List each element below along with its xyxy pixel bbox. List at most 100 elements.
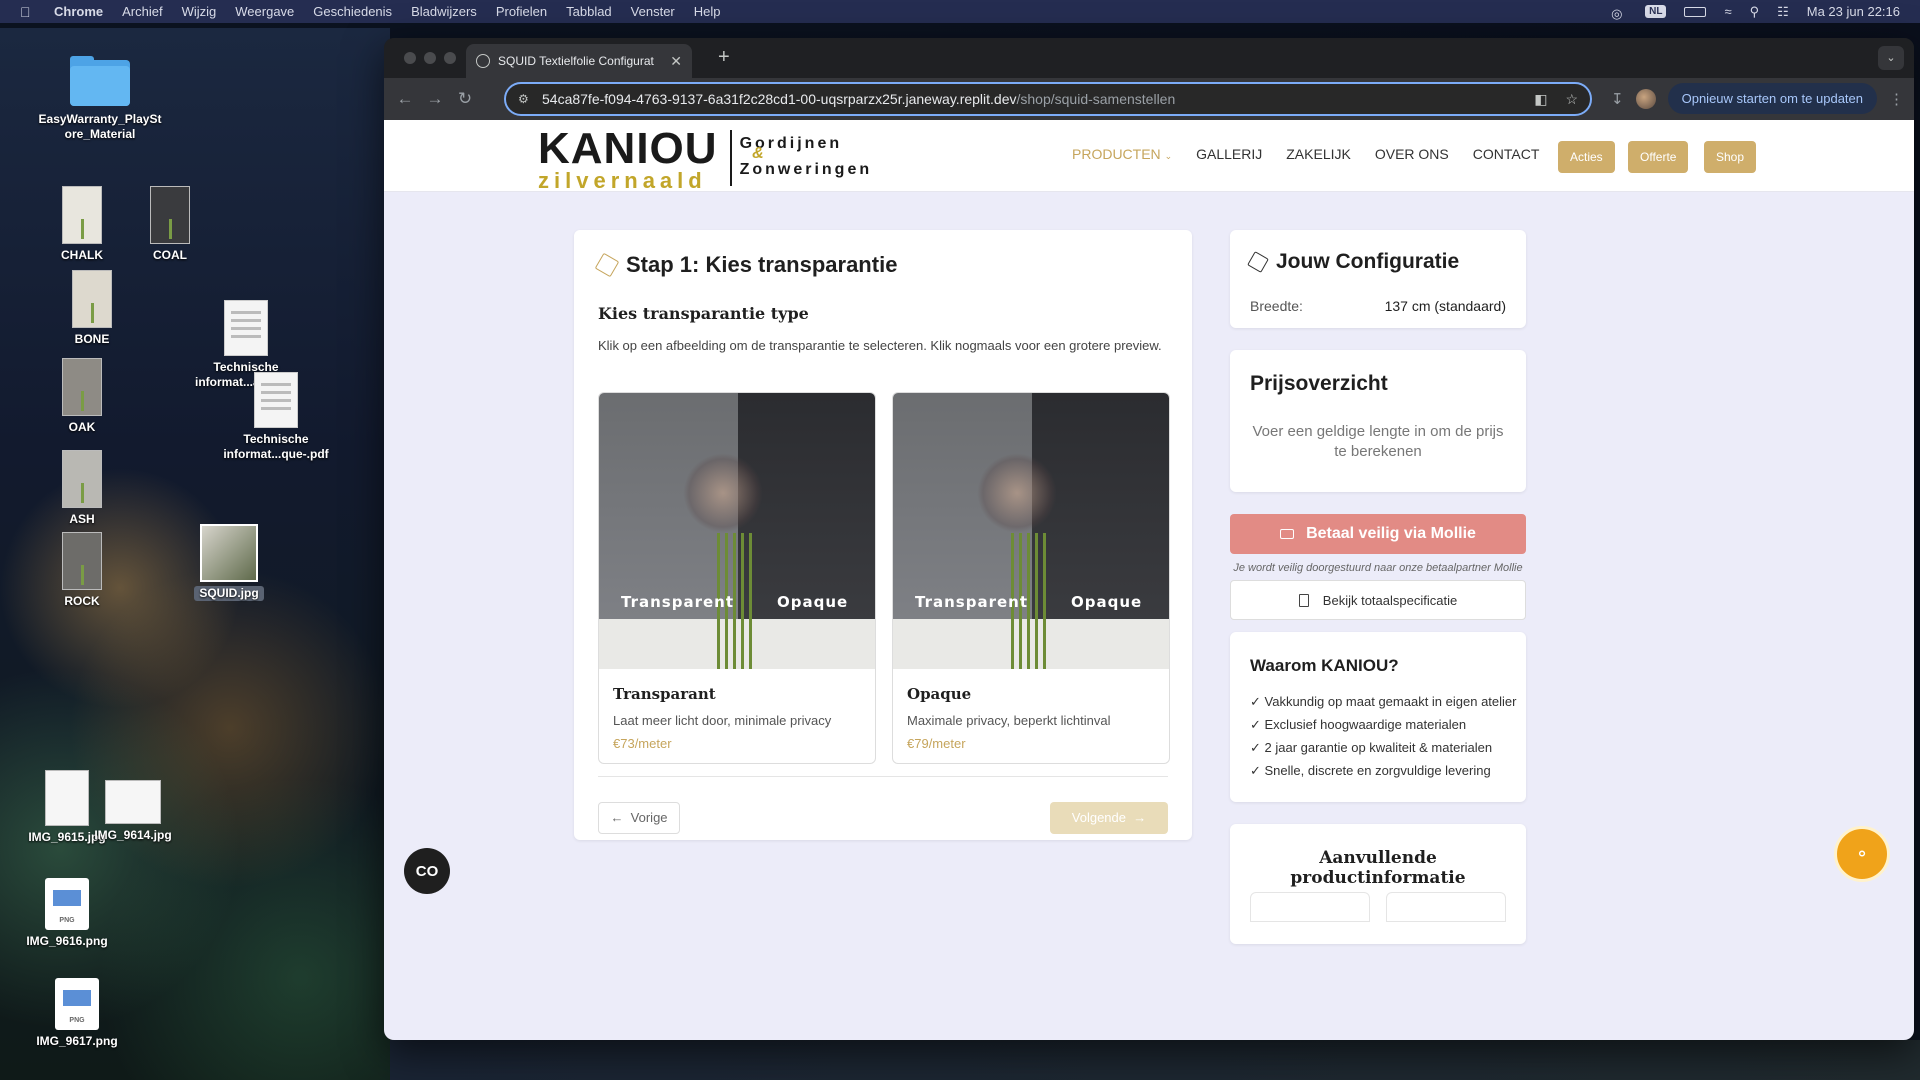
close-window-button[interactable]	[404, 52, 416, 64]
desktop-file-squid[interactable]: SQUID.jpg	[194, 524, 264, 601]
menu-bladwijzers[interactable]: Bladwijzers	[411, 4, 477, 19]
option-description: Maximale privacy, beperkt lichtinval	[907, 713, 1111, 728]
transparency-preview-image[interactable]: Transparent Opaque	[893, 393, 1169, 669]
menu-help[interactable]: Help	[694, 4, 721, 19]
file-label: ASH	[69, 512, 95, 526]
focus-icon[interactable]: ◎	[1611, 6, 1627, 21]
option-description: Laat meer licht door, minimale privacy	[613, 713, 832, 728]
transparency-description: Klik op een afbeelding om de transparant…	[598, 338, 1162, 353]
folder-icon	[70, 56, 130, 106]
product-info-title: Aanvullende productinformatie	[1290, 848, 1466, 888]
desktop-file-pdf2[interactable]: Technische informat...que-.pdf	[214, 372, 338, 462]
acties-button[interactable]: Acties	[1558, 141, 1615, 173]
chrome-menu-icon[interactable]: ⋮	[1889, 90, 1904, 108]
previous-button[interactable]: ← Vorige	[598, 802, 680, 834]
menubar-datetime[interactable]: Ma 23 jun 22:16	[1807, 4, 1900, 19]
offerte-button[interactable]: Offerte	[1628, 141, 1689, 173]
shop-button[interactable]: Shop	[1704, 141, 1757, 173]
next-label: Volgende	[1071, 810, 1126, 825]
previous-label: Vorige	[630, 810, 668, 825]
kaniou-logo[interactable]: KANIOU zilvernaald Gordijnen Zonweringen…	[538, 124, 887, 192]
site-info-icon[interactable]: ⚙	[518, 92, 532, 106]
desktop-file-ash[interactable]: ASH	[50, 450, 114, 527]
desktop-file-coal[interactable]: COAL	[138, 186, 202, 263]
option-transparant[interactable]: Transparent Opaque Transparant Laat meer…	[598, 392, 876, 764]
fabric-image-icon	[62, 450, 102, 508]
desktop-folder[interactable]: EasyWarranty_PlayStore_Material	[36, 56, 164, 142]
desktop-file-img9617[interactable]: PNG IMG_9617.png	[30, 978, 124, 1049]
desktop-file-img9616[interactable]: PNG IMG_9616.png	[20, 878, 114, 949]
desktop-file-chalk[interactable]: CHALK	[50, 186, 114, 263]
configuration-card: Jouw Configuratie Breedte: 137 cm (stand…	[1230, 230, 1526, 328]
configuration-title: Jouw Configuratie	[1247, 250, 1459, 274]
folder-label: EasyWarranty_PlayStore_Material	[38, 112, 162, 141]
file-label: OAK	[68, 420, 96, 434]
width-value: 137 cm (standaard)	[1384, 298, 1506, 314]
logo-zonweringen-text: Zonweringen	[739, 161, 873, 178]
input-language[interactable]: NL	[1645, 5, 1667, 18]
address-bar[interactable]: ⚙ 54ca87fe-f094-4763-9137-6a31f2c28cd1-0…	[504, 82, 1592, 116]
view-specification-button[interactable]: Bekijk totaalspecificatie	[1230, 580, 1526, 620]
wifi-icon[interactable]: ≈	[1724, 4, 1731, 19]
download-icon[interactable]: ↧	[1611, 90, 1624, 108]
menu-archief[interactable]: Archief	[122, 4, 162, 19]
browser-tab-active[interactable]: SQUID Textielfolie Configurat ✕	[466, 44, 692, 78]
menu-profielen[interactable]: Profielen	[496, 4, 547, 19]
product-info-card: Aanvullende productinformatie	[1230, 824, 1526, 944]
menu-wijzig[interactable]: Wijzig	[182, 4, 217, 19]
new-tab-icon[interactable]: +	[718, 46, 730, 69]
desktop-wallpaper-bottom	[390, 1040, 1920, 1080]
price-overview-card: Prijsoverzicht Voer een geldige lengte i…	[1230, 350, 1526, 492]
nav-over-ons[interactable]: OVER ONS	[1375, 146, 1449, 162]
close-tab-icon[interactable]: ✕	[670, 53, 682, 70]
zoom-window-button[interactable]	[444, 52, 456, 64]
desktop-file-img9614[interactable]: IMG_9614.jpg	[90, 776, 176, 843]
nav-contact[interactable]: CONTACT	[1473, 146, 1540, 162]
info-tab[interactable]	[1250, 892, 1370, 922]
pay-mollie-button[interactable]: Betaal veilig via Mollie	[1230, 514, 1526, 554]
update-button[interactable]: Opnieuw starten om te updaten	[1667, 83, 1877, 114]
logo-main: KANIOU	[538, 124, 718, 173]
tab-search-icon[interactable]: ⌄	[1878, 46, 1904, 70]
translate-icon[interactable]: ◧	[1534, 91, 1547, 108]
apple-icon[interactable]: 	[20, 5, 34, 19]
why-kaniou-card: Waarom KANIOU? ✓ Vakkundig op maat gemaa…	[1230, 632, 1526, 802]
nav-zakelijk[interactable]: ZAKELIJK	[1286, 146, 1351, 162]
reload-icon[interactable]: ↻	[450, 89, 480, 109]
info-tab[interactable]	[1386, 892, 1506, 922]
transparency-preview-image[interactable]: Transparent Opaque	[599, 393, 875, 669]
next-button[interactable]: Volgende →	[1050, 802, 1168, 834]
file-label: ROCK	[64, 594, 100, 608]
menu-weergave[interactable]: Weergave	[235, 4, 294, 19]
battery-icon[interactable]	[1684, 6, 1707, 17]
pdf-file-icon	[254, 372, 298, 428]
desktop-file-oak[interactable]: OAK	[50, 358, 114, 435]
main-nav: PRODUCTEN ⌄ GALLERIJ ZAKELIJK OVER ONS C…	[1072, 146, 1539, 162]
option-opaque[interactable]: Transparent Opaque Opaque Maximale priva…	[892, 392, 1170, 764]
png-file-icon: PNG	[55, 978, 99, 1030]
accessibility-fab-icon[interactable]: CO	[404, 848, 450, 894]
chat-bubble-icon[interactable]: ⚬	[1834, 826, 1890, 882]
back-icon[interactable]: ←	[390, 89, 420, 109]
desktop-file-bone[interactable]: BONE	[60, 270, 124, 347]
menu-geschiedenis[interactable]: Geschiedenis	[313, 4, 392, 19]
profile-avatar[interactable]	[1635, 88, 1656, 109]
file-label: IMG_9616.png	[26, 934, 108, 948]
desktop-file-rock[interactable]: ROCK	[50, 532, 114, 609]
image-file-icon	[45, 770, 89, 826]
menu-app[interactable]: Chrome	[54, 4, 103, 19]
width-row: Breedte: 137 cm (standaard)	[1250, 298, 1506, 314]
menu-venster[interactable]: Venster	[631, 4, 675, 19]
minimize-window-button[interactable]	[424, 52, 436, 64]
control-center-icon[interactable]: ☷	[1777, 4, 1789, 20]
browser-toolbar: ← → ↻ ⚙ 54ca87fe-f094-4763-9137-6a31f2c2…	[384, 78, 1914, 120]
bookmark-star-icon[interactable]: ☆	[1565, 91, 1578, 108]
nav-gallerij[interactable]: GALLERIJ	[1196, 146, 1262, 162]
nav-producten[interactable]: PRODUCTEN ⌄	[1072, 146, 1172, 162]
spotlight-search-icon[interactable]: ⚲	[1750, 4, 1760, 20]
divider	[598, 776, 1168, 777]
menu-tabblad[interactable]: Tabblad	[566, 4, 612, 19]
why-title: Waarom KANIOU?	[1250, 656, 1399, 675]
forward-icon[interactable]: →	[420, 89, 450, 109]
pdf-file-icon	[224, 300, 268, 356]
